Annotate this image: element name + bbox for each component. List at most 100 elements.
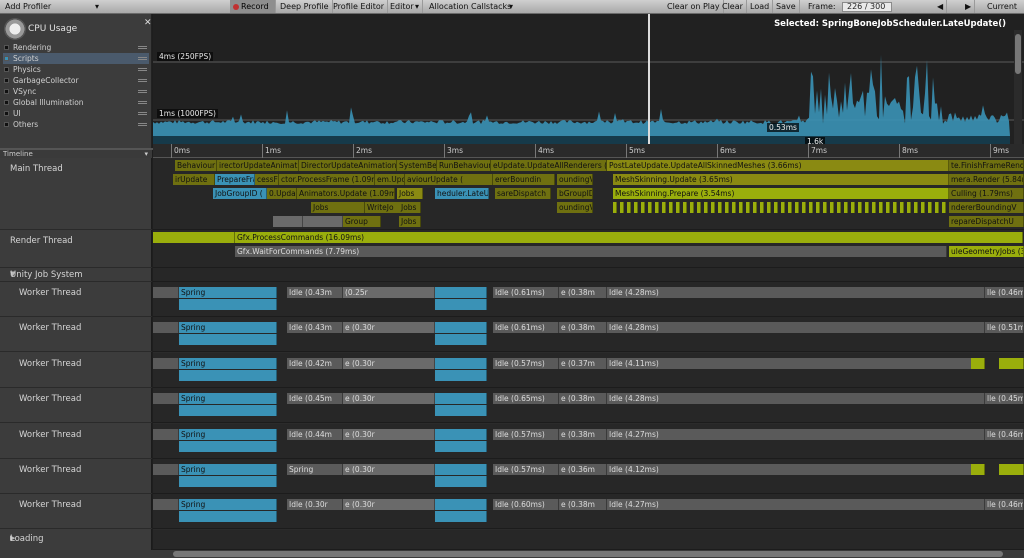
allocation-callstacks-dropdown[interactable]: Allocation Callstacks ▾ — [426, 0, 516, 13]
worker-sample[interactable] — [435, 334, 487, 346]
worker-thread-label[interactable]: Worker Thread — [0, 388, 152, 424]
main-sample[interactable]: SystemBe — [397, 160, 437, 171]
drag-handle-icon[interactable] — [138, 112, 147, 115]
worker-sample[interactable]: Idle (0.65ms) — [493, 393, 559, 405]
main-sample-stripe[interactable] — [641, 202, 645, 213]
worker-sample[interactable]: lle (0.45m — [985, 393, 1024, 405]
main-sample[interactable]: Behaviour — [175, 160, 217, 171]
main-sample-stripe[interactable] — [683, 202, 687, 213]
main-sample[interactable] — [273, 216, 303, 227]
deep-profile-button[interactable]: Deep Profile — [277, 0, 333, 13]
main-sample-stripe[interactable] — [914, 202, 918, 213]
main-sample[interactable]: em.Upda — [375, 174, 405, 185]
worker-sample[interactable]: lle (0.46m — [985, 499, 1024, 511]
worker-sample[interactable]: e (0.30r — [343, 428, 435, 440]
main-sample[interactable]: 0.Updat — [267, 188, 297, 199]
main-sample[interactable]: RunBehaviour — [437, 160, 491, 171]
main-sample-stripe[interactable] — [830, 202, 834, 213]
main-sample[interactable]: eUpdate.UpdateAllRenderers ( — [491, 160, 607, 171]
worker-sample[interactable]: e (0.30r — [343, 499, 435, 511]
worker-sample[interactable]: Idle (4.27ms) — [607, 428, 985, 440]
main-sample-stripe[interactable] — [753, 202, 757, 213]
main-sample[interactable]: Jobs — [399, 216, 421, 227]
main-sample[interactable]: Culling (1.79ms) — [949, 188, 1024, 199]
worker-sample[interactable]: Idle (0.44m — [287, 428, 343, 440]
main-sample-stripe[interactable] — [844, 202, 848, 213]
main-sample-stripe[interactable] — [907, 202, 911, 213]
worker-sample[interactable]: Spring — [287, 464, 343, 475]
main-sample[interactable]: te.FinishFrameRende — [949, 160, 1024, 171]
main-sample-stripe[interactable] — [893, 202, 897, 213]
main-sample[interactable]: sareDispatch — [495, 188, 551, 199]
worker-sample[interactable] — [179, 511, 277, 523]
frame-counter[interactable]: 226 / 300 — [842, 2, 892, 12]
main-sample[interactable]: ctor.ProcessFrame (1.09m — [279, 174, 375, 185]
main-sample[interactable]: ererBoundin — [493, 174, 555, 185]
chart-scrollbar[interactable] — [1014, 30, 1022, 148]
legend-item[interactable]: VSync — [3, 86, 149, 97]
worker-sample[interactable] — [153, 428, 179, 440]
worker-sample[interactable] — [435, 405, 487, 417]
main-sample-stripe[interactable] — [746, 202, 750, 213]
load-button[interactable]: Load — [747, 0, 774, 13]
main-sample-stripe[interactable] — [676, 202, 680, 213]
render-thread-label[interactable]: Render Thread — [0, 230, 152, 268]
worker-sample[interactable]: Idle (0.42m — [287, 357, 343, 369]
worker-sample[interactable] — [999, 464, 1024, 475]
worker-sample[interactable] — [153, 322, 179, 334]
worker-sample[interactable] — [971, 464, 985, 475]
current-frame-button[interactable]: Current — [984, 0, 1020, 13]
worker-sample[interactable] — [435, 440, 487, 452]
worker-sample[interactable]: Idle (0.57ms) — [493, 464, 559, 475]
worker-sample[interactable] — [179, 369, 277, 381]
worker-sample[interactable] — [179, 476, 277, 487]
main-sample-stripe[interactable] — [886, 202, 890, 213]
worker-sample[interactable]: Idle (4.27ms) — [607, 499, 985, 511]
worker-sample[interactable]: Idle (0.43m — [287, 287, 343, 298]
main-sample[interactable]: DirectorUpdateAnimation — [299, 160, 397, 171]
main-sample-stripe[interactable] — [648, 202, 652, 213]
record-button[interactable]: Record — [230, 0, 276, 13]
worker-sample[interactable] — [999, 357, 1024, 369]
legend-item[interactable]: Physics — [3, 64, 149, 75]
main-sample-stripe[interactable] — [809, 202, 813, 213]
worker-sample[interactable] — [153, 357, 179, 369]
drag-handle-icon[interactable] — [138, 57, 147, 60]
worker-sample[interactable]: Idle (0.57ms) — [493, 357, 559, 369]
main-sample[interactable]: PostLateUpdate.UpdateAllSkinnedMeshes (3… — [607, 160, 949, 171]
timeline-ruler[interactable]: 0ms 1ms 2ms 3ms 4ms 5ms 6ms 7ms 8ms 9ms — [153, 144, 1024, 158]
timeline-hscrollbar[interactable] — [153, 550, 1024, 558]
main-sample[interactable]: Jobs — [399, 202, 421, 213]
worker-sample[interactable]: e (0.38m — [559, 428, 607, 440]
worker-sample[interactable]: e (0.37m — [559, 357, 607, 369]
worker-sample[interactable] — [435, 476, 487, 487]
worker-sample[interactable]: e (0.30r — [343, 393, 435, 405]
worker-sample[interactable] — [179, 334, 277, 346]
worker-sample[interactable]: (0.25r — [343, 287, 435, 298]
worker-sample[interactable]: Spring — [179, 499, 277, 511]
main-sample-stripe[interactable] — [865, 202, 869, 213]
worker-sample[interactable]: e (0.30r — [343, 357, 435, 369]
main-sample[interactable]: repareDispatchU — [949, 216, 1024, 227]
main-sample[interactable]: JobGroupID ( — [213, 188, 267, 199]
main-sample[interactable]: ndererBoundingV — [949, 202, 1024, 213]
worker-thread-label[interactable]: Worker Thread — [0, 282, 152, 317]
main-sample-stripe[interactable] — [760, 202, 764, 213]
main-sample[interactable]: aviourUpdate ( — [405, 174, 493, 185]
main-sample[interactable]: oundingV — [557, 174, 593, 185]
clear-on-play-button[interactable]: Clear on Play — [664, 0, 724, 13]
worker-sample[interactable]: Spring — [179, 322, 277, 334]
main-sample[interactable]: Jobs — [397, 188, 423, 199]
main-sample-stripe[interactable] — [690, 202, 694, 213]
main-sample-stripe[interactable] — [935, 202, 939, 213]
worker-sample[interactable]: Idle (4.28ms) — [607, 287, 985, 298]
scrollbar-thumb[interactable] — [1015, 34, 1021, 74]
worker-sample[interactable]: e (0.38m — [559, 287, 607, 298]
worker-sample[interactable]: e (0.30r — [343, 464, 435, 475]
main-sample[interactable]: irectorUpdateAnimatio — [217, 160, 299, 171]
main-sample[interactable]: Animators.Update (1.09ms) — [297, 188, 395, 199]
worker-sample[interactable]: Idle (0.45m — [287, 393, 343, 405]
worker-sample[interactable]: Idle (0.60ms) — [493, 499, 559, 511]
main-sample-stripe[interactable] — [788, 202, 792, 213]
main-sample-stripe[interactable] — [718, 202, 722, 213]
